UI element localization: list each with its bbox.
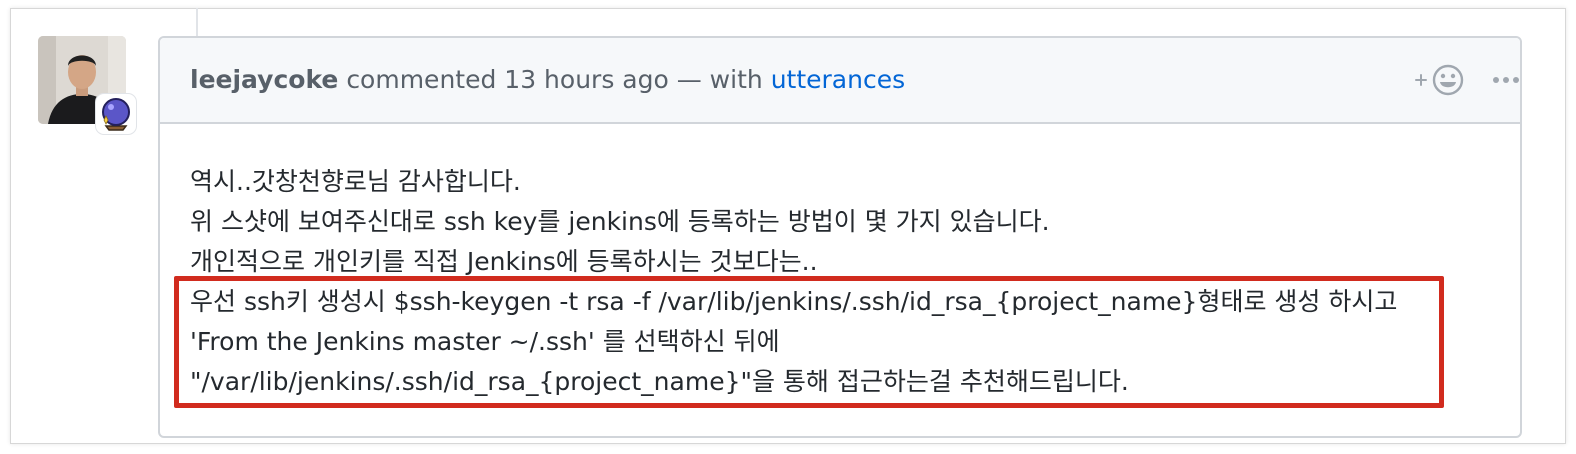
comment-via-text: — with xyxy=(676,65,763,94)
comment-author-link[interactable]: leejaycoke xyxy=(190,65,338,94)
highlight-box xyxy=(174,276,1444,408)
comment-body-line: 위 스샷에 보여주신대로 ssh key를 jenkins에 등록하는 방법이 … xyxy=(190,207,1050,236)
crystal-ball-icon xyxy=(96,94,136,134)
comment-meta: leejaycoke commented 13 hours ago — with… xyxy=(190,64,905,96)
utterances-link[interactable]: utterances xyxy=(771,65,905,94)
comment-timestamp[interactable]: 13 hours ago xyxy=(504,65,668,94)
add-reaction-icon xyxy=(1415,64,1464,96)
more-options-icon xyxy=(1493,77,1519,83)
add-reaction-button[interactable] xyxy=(1412,62,1468,98)
more-options-button[interactable] xyxy=(1490,68,1522,92)
comment-action-text: commented xyxy=(346,65,497,94)
comment-header: leejaycoke commented 13 hours ago — with… xyxy=(160,38,1520,124)
timeline-line xyxy=(196,8,198,38)
comment-body-line: 역시..갓창천향로님 감사합니다. xyxy=(190,167,521,196)
